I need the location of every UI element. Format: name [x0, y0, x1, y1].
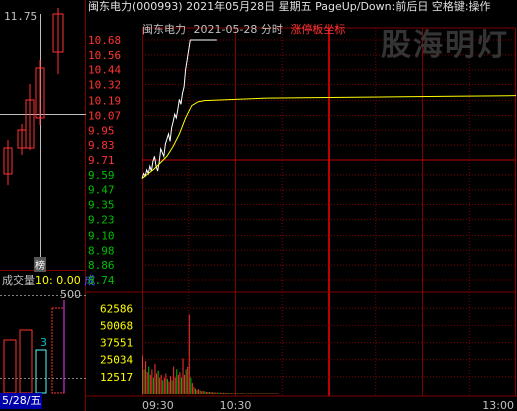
price-tick-label: 9.71 [88, 154, 115, 167]
volume-indicator-name: 成交量 [2, 274, 35, 287]
volume-tick-label: 37551 [100, 337, 133, 350]
volume-scale-label: 500 [60, 288, 81, 301]
price-tick-label: 9.10 [88, 229, 115, 242]
limit-up-tag: 涨停板坐标 [290, 23, 346, 36]
intraday-chart: 10.68 10.56 10.44 10.32 10.1910.07 9.95 9.83 9.… [86, 27, 517, 411]
title-date: 2021年05月28日 星期五 [186, 0, 312, 13]
price-tick-label: 9.23 [88, 213, 115, 226]
watermark: 股海明灯 [381, 28, 509, 63]
price-line [141, 39, 217, 179]
kline-tag: 榜 [34, 257, 46, 272]
title-bar: 闽东电力(000993) 2021年05月28日 星期五 PageUp/Down… [88, 0, 491, 14]
chart-header: 闽东电力 2021-05-28 分时 涨停板坐标 [142, 21, 345, 37]
kline-price-label: 11.75 [4, 10, 38, 23]
volume-bar [51, 307, 65, 394]
price-tick-label: 10.68 [88, 34, 121, 47]
candles [3, 8, 64, 185]
intraday-chart-panel[interactable]: 闽东电力(000993) 2021年05月28日 星期五 PageUp/Down… [86, 0, 517, 411]
volume-tick-label: 50068 [100, 319, 133, 332]
chart-stock-name: 闽东电力 [142, 23, 186, 36]
price-tick-label: 9.95 [88, 124, 115, 137]
chart-date: 2021-05-28 分时 [193, 23, 283, 36]
price-tick-label: 10.44 [88, 64, 121, 77]
volume-bar [19, 329, 33, 394]
title-hint: PageUp/Down:前后日 空格键:操作 [315, 0, 491, 13]
price-tick-label: 8.98 [88, 244, 115, 257]
price-tick-label: 10.56 [88, 49, 121, 62]
volume-bar [35, 349, 47, 394]
daily-volume-bars [3, 307, 65, 394]
daily-kline-panel[interactable]: 11.75 成交量10: 0.00 成 500 3 榜 5/28/五 [0, 0, 95, 411]
date-label[interactable]: 5/28/五 [0, 393, 42, 409]
time-tick-label: 10:30 [220, 399, 252, 411]
volume-bar [3, 339, 17, 394]
price-tick-label: 10.32 [88, 79, 121, 92]
volume-indicator-label: 成交量10: 0.00 成 [2, 272, 95, 288]
kline-marker: 3 [40, 336, 47, 349]
price-tick-label: 9.35 [88, 199, 115, 212]
volume-tick-label: 25034 [100, 354, 133, 367]
volume-indicator-value: 10: 0.00 [35, 274, 81, 287]
volume-tick-label: 62586 [100, 302, 133, 315]
volume-tick-label: 12517 [100, 371, 133, 384]
price-tick-label: 10.07 [88, 109, 121, 122]
price-tick-label: 8.86 [88, 259, 115, 272]
daily-kline-chart [0, 0, 86, 411]
price-tick-label: 9.59 [88, 169, 115, 182]
stock-name-code: 闽东电力(000993) [88, 0, 183, 13]
price-tick-label: 9.47 [88, 184, 115, 197]
time-tick-label: 13:00 [482, 399, 514, 411]
price-tick-label: 10.19 [88, 95, 121, 108]
price-tick-label: 9.83 [88, 139, 115, 152]
time-tick-label: 09:30 [142, 399, 174, 411]
price-tick-label: 8.74 [88, 274, 115, 287]
